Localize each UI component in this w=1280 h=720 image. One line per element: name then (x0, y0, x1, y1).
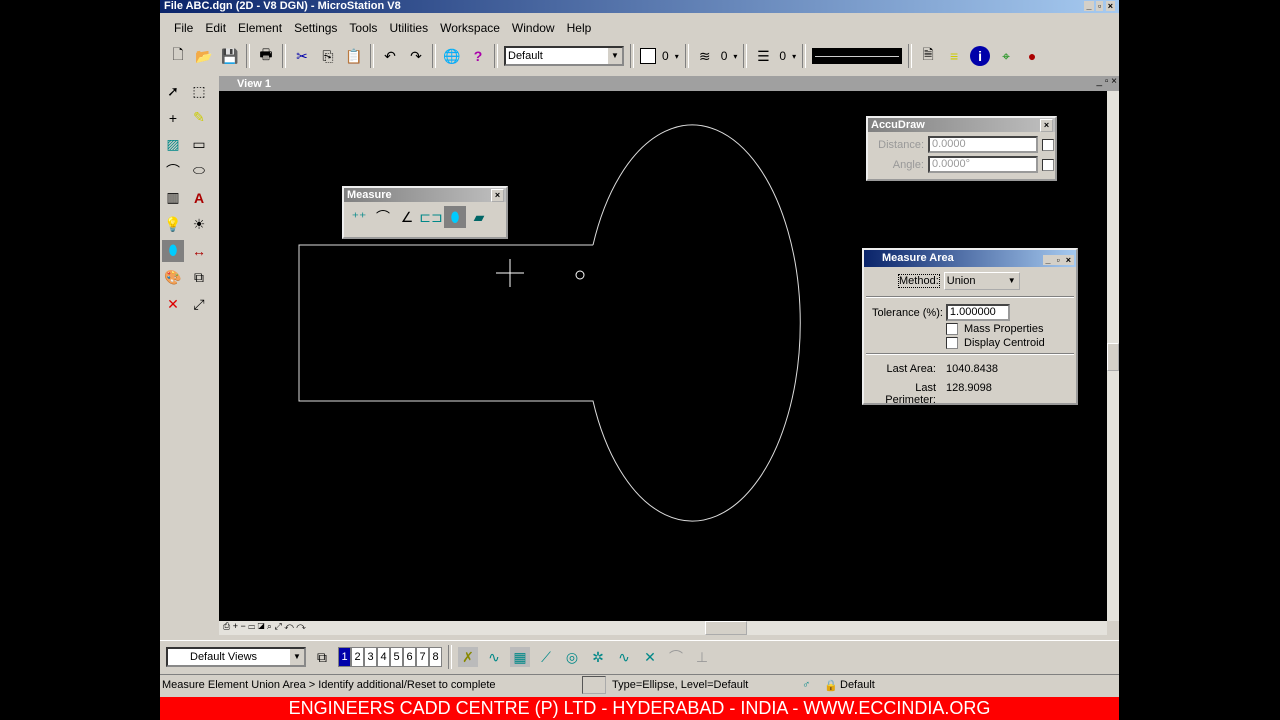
snap-toggle-icon[interactable]: ✗ (458, 647, 478, 667)
tentative-point (575, 270, 585, 280)
mass-properties-label: Mass Properties (964, 323, 1044, 335)
drawn-shape[interactable] (298, 124, 801, 522)
tolerance-field[interactable]: 1.000000 (945, 304, 1010, 321)
measure-toolbox: Measure × ⁺⁺ ⌒ ∠ ⊏⊐ ⬮ ▰ (342, 186, 508, 239)
display-centroid-checkbox[interactable] (946, 337, 958, 349)
dialog-window-controls[interactable]: _ ▫ × (1042, 252, 1074, 269)
measure-area-title: Measure Area (882, 252, 954, 264)
tolerance-label: Tolerance (%): (872, 306, 943, 319)
distance-field[interactable]: 0.0000 (928, 136, 1038, 153)
view-2-button[interactable]: 2 (351, 647, 364, 667)
measure-length-icon[interactable]: ⊏⊐ (419, 206, 442, 228)
last-perimeter-label: Last Perimeter: (885, 382, 936, 406)
crosshair-cursor (496, 259, 524, 287)
drawing (298, 124, 801, 522)
status-prompt: Measure Element Union Area > Identify ad… (162, 679, 496, 691)
saved-views-combo[interactable]: Default Views ▼ (166, 647, 306, 667)
accudraw-title: AccuDraw (871, 119, 925, 131)
measure-distance-icon[interactable]: ⁺⁺ (348, 206, 370, 228)
keypoint-snap-icon[interactable]: ▦ (510, 647, 530, 667)
display-centroid-label: Display Centroid (964, 337, 1045, 349)
view-4-button[interactable]: 4 (377, 647, 390, 667)
method-label: Method: (898, 274, 940, 288)
lock-icon[interactable]: 🔒 (824, 679, 840, 692)
measure-angle-icon[interactable]: ∠ (396, 206, 418, 228)
chevron-down-icon[interactable]: ▼ (1004, 273, 1019, 289)
bisector-snap-icon[interactable]: ∿ (614, 647, 634, 667)
accudraw-dialog: AccuDraw × Distance: 0.0000 Angle: 0.0000° (866, 116, 1057, 181)
view-5-button[interactable]: 5 (390, 647, 403, 667)
view-controls-icon[interactable]: ⎙ + − ▭ ◪ ⌕ ⤢ ↶ ↷ (219, 621, 306, 631)
distance-label: Distance: (878, 138, 924, 151)
bottom-toolbar: Default Views ▼ ⧉ 12345678 ✗ ∿ ▦ ⟋ ◎ ✲ ∿ ✕ ⌒ ⊥ (160, 640, 1119, 673)
view-3-button[interactable]: 3 (364, 647, 377, 667)
view-windows-icon[interactable]: ⧉ (312, 647, 332, 667)
chevron-down-icon[interactable]: ▼ (290, 649, 304, 665)
method-value: Union (946, 275, 976, 287)
mass-properties-checkbox[interactable] (946, 323, 958, 335)
center-snap-icon[interactable]: ◎ (562, 647, 582, 667)
perpendicular-snap-icon[interactable]: ⊥ (692, 647, 712, 667)
view-7-button[interactable]: 7 (416, 647, 429, 667)
vertical-scrollbar[interactable] (1107, 91, 1119, 621)
measure-tools: ⁺⁺ ⌒ ∠ ⊏⊐ ⬮ ▰ (344, 202, 506, 232)
view-number-buttons: 12345678 (338, 647, 442, 667)
status-level: Default (840, 679, 875, 691)
angle-lock-checkbox[interactable] (1042, 158, 1054, 171)
angle-label: Angle: (892, 158, 924, 171)
snap-mode-icon[interactable]: ♂ (802, 679, 824, 691)
method-dropdown[interactable]: Union ▼ (943, 272, 1020, 290)
banner: ENGINEERS CADD CENTRE (P) LTD - HYDERABA… (160, 697, 1119, 720)
measure-toolbox-title: Measure (347, 189, 392, 201)
view-6-button[interactable]: 6 (403, 647, 416, 667)
horizontal-scroll-thumb[interactable] (705, 621, 747, 635)
saved-views-value: Default Views (190, 651, 258, 663)
view-1-button[interactable]: 1 (338, 647, 351, 667)
measure-radius-icon[interactable]: ⌒ (372, 206, 394, 228)
intersection-snap-icon[interactable]: ✕ (640, 647, 660, 667)
last-area-value: 1040.8438 (946, 363, 998, 375)
close-icon[interactable]: × (1040, 119, 1053, 132)
last-area-label: Last Area: (886, 363, 936, 375)
tangent-snap-icon[interactable]: ⌒ (666, 647, 686, 667)
origin-snap-icon[interactable]: ✲ (588, 647, 608, 667)
measure-volume-icon[interactable]: ▰ (468, 206, 490, 228)
last-perimeter-value: 128.9098 (946, 382, 992, 394)
status-bar: Measure Element Union Area > Identify ad… (160, 674, 1119, 695)
angle-field[interactable]: 0.0000° (928, 156, 1038, 173)
measure-area-dialog: Measure Area _ ▫ × Method: Union ▼ Tolerance … (862, 248, 1078, 406)
status-element-info: Type=Ellipse, Level=Default (612, 679, 749, 691)
distance-lock-checkbox[interactable] (1042, 138, 1054, 151)
view-control-bar[interactable]: ⎙ + − ▭ ◪ ⌕ ⤢ ↶ ↷ (219, 621, 1107, 635)
measure-area-icon[interactable]: ⬮ (444, 206, 466, 228)
view-8-button[interactable]: 8 (429, 647, 442, 667)
midpoint-snap-icon[interactable]: ⟋ (536, 647, 556, 667)
close-icon[interactable]: × (491, 189, 504, 202)
nearest-snap-icon[interactable]: ∿ (484, 647, 504, 667)
